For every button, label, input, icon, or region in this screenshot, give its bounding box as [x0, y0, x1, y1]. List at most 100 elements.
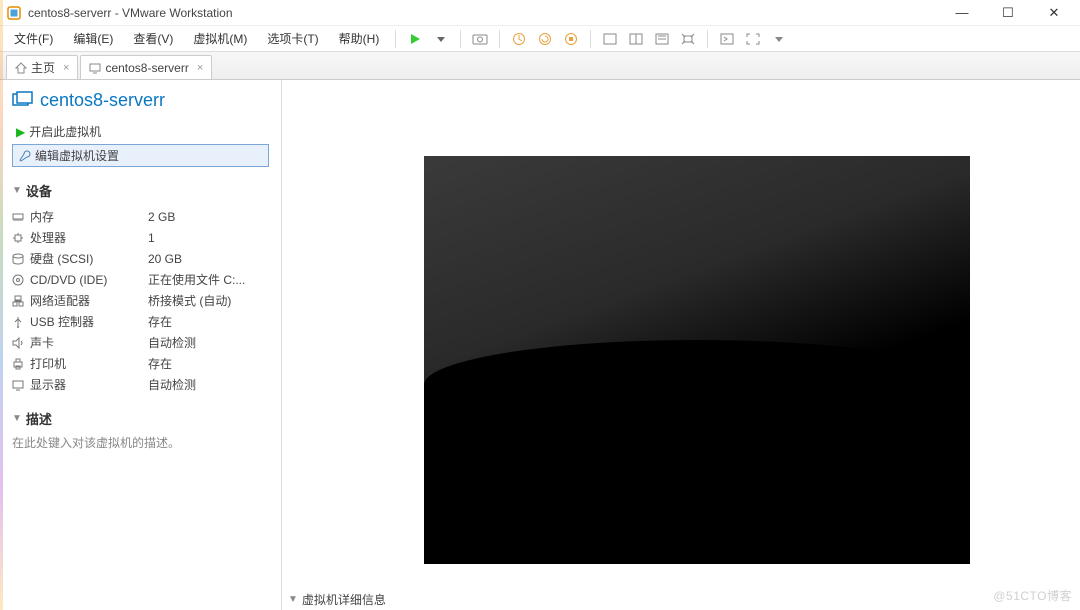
window-controls: — ☐ ✕	[948, 5, 1074, 21]
vm-details-section-header[interactable]: ▼ 虚拟机详细信息	[282, 589, 392, 610]
chevron-down-icon: ▼	[12, 185, 22, 196]
display-icon	[12, 379, 30, 391]
cd-icon	[12, 274, 30, 286]
device-name: 打印机	[30, 355, 148, 372]
minimize-button[interactable]: —	[948, 5, 976, 21]
device-name: USB 控制器	[30, 313, 148, 330]
wrench-icon	[19, 150, 31, 162]
vm-title: centos8-serverr	[40, 90, 165, 111]
devices-list: 内存 2 GB 处理器 1 硬盘 (SCSI) 20 GB CD/DVD (ID…	[12, 206, 269, 395]
chevron-down-icon: ▼	[288, 594, 298, 605]
device-row-sound[interactable]: 声卡 自动检测	[12, 332, 269, 353]
home-icon	[15, 62, 27, 74]
vm-details-label: 虚拟机详细信息	[302, 591, 386, 608]
menu-tabs[interactable]: 选项卡(T)	[259, 28, 326, 49]
snapshot-take-icon[interactable]	[508, 28, 530, 50]
vm-header: centos8-serverr	[12, 88, 269, 121]
quickswitch-icon[interactable]	[716, 28, 738, 50]
tabs-bar: 主页 × centos8-serverr ×	[0, 52, 1080, 80]
device-row-printer[interactable]: 打印机 存在	[12, 353, 269, 374]
power-on-vm-link[interactable]: ▶ 开启此虚拟机	[12, 121, 269, 142]
vm-summary-sidebar: centos8-serverr ▶ 开启此虚拟机 编辑虚拟机设置 ▼ 设备 内存…	[0, 80, 282, 610]
toolbar-dropdown-icon[interactable]	[768, 28, 790, 50]
device-value: 1	[148, 231, 269, 245]
cpu-icon	[12, 232, 30, 244]
sound-icon	[12, 337, 30, 349]
tab-vm-label: centos8-serverr	[105, 61, 188, 75]
play-triangle-icon: ▶	[16, 125, 25, 139]
device-row-disk[interactable]: 硬盘 (SCSI) 20 GB	[12, 248, 269, 269]
menubar: 文件(F) 编辑(E) 查看(V) 虚拟机(M) 选项卡(T) 帮助(H)	[0, 26, 1080, 52]
devices-label: 设备	[26, 181, 52, 200]
titlebar: centos8-serverr - VMware Workstation — ☐…	[0, 0, 1080, 26]
tab-close-icon[interactable]: ×	[197, 62, 203, 74]
disk-icon	[12, 253, 30, 265]
device-name: 处理器	[30, 229, 148, 246]
console-view-icon[interactable]	[651, 28, 673, 50]
tab-vm[interactable]: centos8-serverr ×	[80, 55, 212, 79]
toolbar-separator	[460, 30, 461, 48]
left-window-edge-decoration	[0, 0, 3, 610]
snapshot-icon[interactable]	[469, 28, 491, 50]
edit-vm-settings-link[interactable]: 编辑虚拟机设置	[12, 144, 269, 167]
device-name: CD/DVD (IDE)	[30, 273, 148, 287]
chevron-down-icon: ▼	[12, 413, 22, 424]
device-value: 自动检测	[148, 376, 269, 393]
toolbar-separator	[395, 30, 396, 48]
menu-vm[interactable]: 虚拟机(M)	[185, 28, 255, 49]
usb-icon	[12, 316, 30, 328]
devices-section-header[interactable]: ▼ 设备	[12, 181, 269, 200]
menu-edit[interactable]: 编辑(E)	[65, 28, 121, 49]
device-name: 硬盘 (SCSI)	[30, 250, 148, 267]
tab-home[interactable]: 主页 ×	[6, 55, 78, 79]
device-row-network[interactable]: 网络适配器 桥接模式 (自动)	[12, 290, 269, 311]
device-name: 显示器	[30, 376, 148, 393]
device-row-display[interactable]: 显示器 自动检测	[12, 374, 269, 395]
monitor-icon	[89, 62, 101, 74]
fullscreen-icon[interactable]	[599, 28, 621, 50]
device-row-usb[interactable]: USB 控制器 存在	[12, 311, 269, 332]
menu-help[interactable]: 帮助(H)	[331, 28, 388, 49]
network-icon	[12, 295, 30, 307]
menu-view[interactable]: 查看(V)	[125, 28, 181, 49]
device-value: 存在	[148, 313, 269, 330]
content-area: centos8-serverr ▶ 开启此虚拟机 编辑虚拟机设置 ▼ 设备 内存…	[0, 80, 1080, 610]
fullscreen-enter-icon[interactable]	[742, 28, 764, 50]
power-dropdown-icon[interactable]	[430, 28, 452, 50]
device-row-cpu[interactable]: 处理器 1	[12, 227, 269, 248]
edit-settings-label: 编辑虚拟机设置	[35, 147, 119, 164]
printer-icon	[12, 358, 30, 370]
device-name: 网络适配器	[30, 292, 148, 309]
toolbar-separator	[499, 30, 500, 48]
device-value: 存在	[148, 355, 269, 372]
device-value: 2 GB	[148, 210, 269, 224]
vmware-app-icon	[6, 5, 22, 21]
device-value: 桥接模式 (自动)	[148, 292, 269, 309]
vm-screen-preview[interactable]	[424, 156, 970, 564]
device-value: 20 GB	[148, 252, 269, 266]
vm-preview-area: ▼ 虚拟机详细信息	[282, 80, 1080, 610]
description-placeholder[interactable]: 在此处键入对该虚拟机的描述。	[12, 434, 269, 451]
menu-file[interactable]: 文件(F)	[6, 28, 61, 49]
unity-icon[interactable]	[625, 28, 647, 50]
toolbar-separator	[590, 30, 591, 48]
power-on-label: 开启此虚拟机	[29, 123, 101, 140]
device-name: 内存	[30, 208, 148, 225]
device-value: 正在使用文件 C:...	[148, 271, 269, 288]
stretch-icon[interactable]	[677, 28, 699, 50]
snapshot-revert-icon[interactable]	[534, 28, 556, 50]
power-on-icon[interactable]	[404, 28, 426, 50]
snapshot-manager-icon[interactable]	[560, 28, 582, 50]
tab-home-label: 主页	[31, 59, 55, 76]
device-row-memory[interactable]: 内存 2 GB	[12, 206, 269, 227]
close-button[interactable]: ✕	[1040, 5, 1068, 21]
device-row-cd[interactable]: CD/DVD (IDE) 正在使用文件 C:...	[12, 269, 269, 290]
tab-close-icon[interactable]: ×	[63, 62, 69, 74]
watermark-text: @51CTO博客	[993, 587, 1072, 604]
device-value: 自动检测	[148, 334, 269, 351]
monitor-stack-icon	[12, 91, 34, 111]
description-section-header[interactable]: ▼ 描述	[12, 409, 269, 428]
maximize-button[interactable]: ☐	[994, 5, 1022, 21]
memory-icon	[12, 212, 30, 222]
window-title: centos8-serverr - VMware Workstation	[28, 6, 948, 20]
